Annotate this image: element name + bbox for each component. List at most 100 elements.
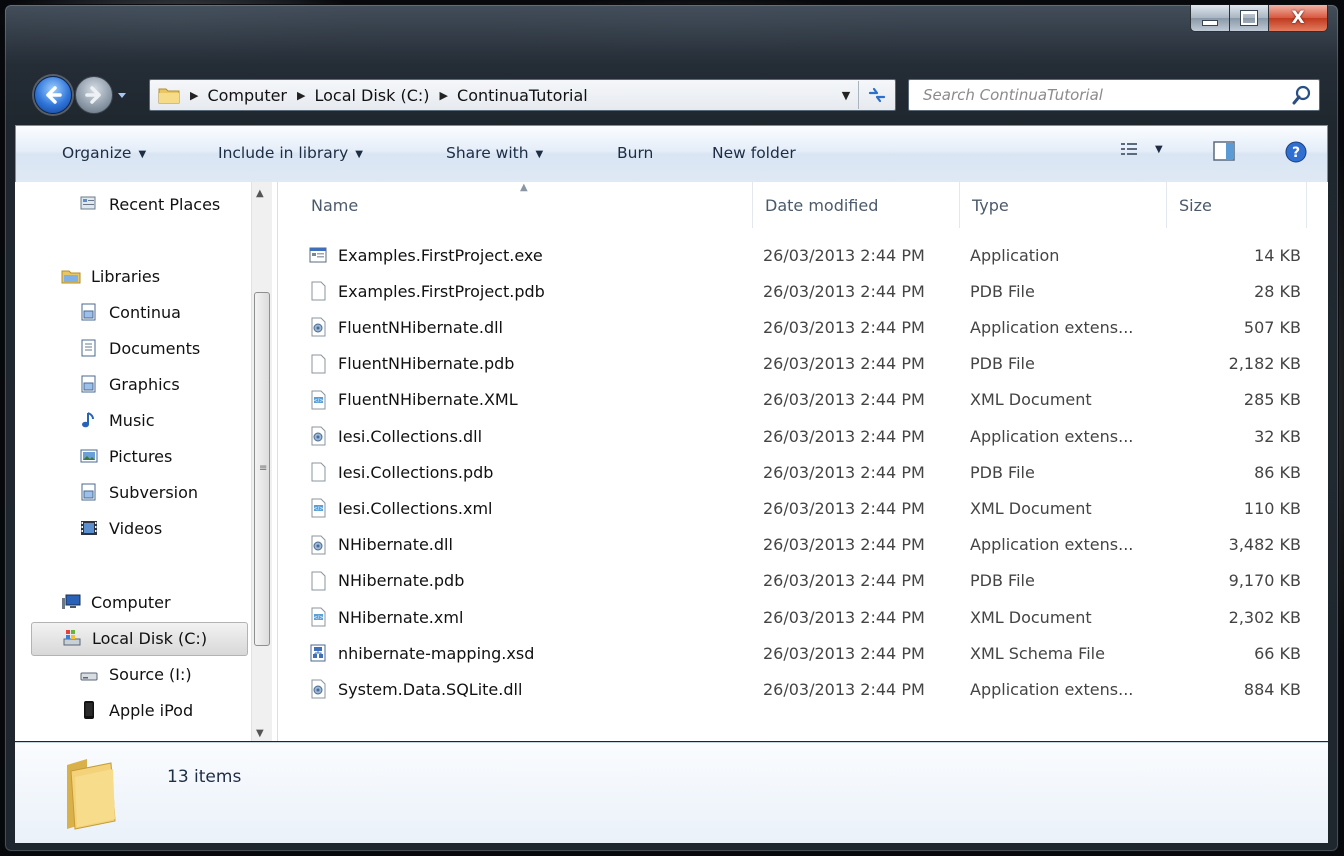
file-size: 32 KB <box>1254 426 1301 446</box>
file-size: 28 KB <box>1254 281 1301 301</box>
file-size: 14 KB <box>1254 245 1301 265</box>
help-icon[interactable]: ? <box>1284 140 1308 164</box>
maximize-button[interactable] <box>1230 5 1269 32</box>
file-name[interactable]: FluentNHibernate.XML <box>338 390 518 409</box>
breadcrumb-arrow-icon[interactable]: ▶ <box>190 89 198 102</box>
file-name[interactable]: Iesi.Collections.pdb <box>338 463 493 482</box>
nav-apple-ipod[interactable]: Apple iPod <box>79 694 193 726</box>
breadcrumb-label[interactable]: ContinuaTutorial <box>457 86 588 105</box>
file-name[interactable]: NHibernate.pdb <box>338 571 464 590</box>
close-icon: X <box>1291 8 1305 28</box>
search-input[interactable] <box>909 85 1291 105</box>
local-disk-icon <box>63 630 81 646</box>
file-name-cell[interactable]: Iesi.Collections.dll <box>308 426 482 446</box>
breadcrumb-arrow-icon[interactable]: ▶ <box>440 89 448 102</box>
file-type: XML Document <box>970 498 1092 518</box>
file-name-cell[interactable]: </> FluentNHibernate.XML <box>308 390 518 410</box>
include-in-library-button[interactable]: Include in library ▼ <box>218 144 363 162</box>
nav-local-disk[interactable]: Local Disk (C:) <box>31 622 248 656</box>
file-name-cell[interactable]: NHibernate.dll <box>308 535 453 555</box>
file-name[interactable]: NHibernate.dll <box>338 535 453 554</box>
file-name[interactable]: Iesi.Collections.dll <box>338 427 482 446</box>
search-box[interactable] <box>908 79 1320 111</box>
xsd-icon <box>310 644 326 662</box>
file-date: 26/03/2013 2:44 PM <box>763 281 925 301</box>
xml-icon: </> <box>311 498 326 518</box>
file-name-cell[interactable]: FluentNHibernate.dll <box>308 317 503 337</box>
column-header-size[interactable]: Size <box>1167 182 1307 228</box>
organize-button[interactable]: Organize ▼ <box>62 144 146 162</box>
file-name-cell[interactable]: </> NHibernate.xml <box>308 607 463 627</box>
command-bar: Organize ▼ Include in library ▼ Share with… <box>15 125 1328 183</box>
nav-library-graphics[interactable]: Graphics <box>79 368 180 400</box>
file-name[interactable]: Examples.FirstProject.pdb <box>338 282 545 301</box>
breadcrumb-label[interactable]: Local Disk (C:) <box>314 86 429 105</box>
scroll-down-icon[interactable]: ▼ <box>256 728 264 739</box>
nav-label: Apple iPod <box>109 700 194 720</box>
nav-library-videos[interactable]: Videos <box>79 512 162 544</box>
svg-text:?: ? <box>1292 145 1300 161</box>
breadcrumb-continua-tutorial[interactable]: ▶ ContinuaTutorial <box>440 86 588 105</box>
details-view-icon <box>1121 143 1137 155</box>
file-name[interactable]: Examples.FirstProject.exe <box>338 246 543 265</box>
close-button[interactable]: X <box>1269 5 1328 32</box>
burn-button[interactable]: Burn <box>617 144 653 162</box>
file-name-cell[interactable]: Examples.FirstProject.exe <box>308 245 543 265</box>
file-name-cell[interactable]: Examples.FirstProject.pdb <box>308 281 545 301</box>
file-name[interactable]: FluentNHibernate.dll <box>338 318 503 337</box>
file-name-cell[interactable]: nhibernate-mapping.xsd <box>308 643 534 663</box>
column-header-date[interactable]: Date modified <box>753 182 960 228</box>
nav-libraries[interactable]: Libraries <box>61 260 160 292</box>
dll-icon <box>311 679 326 699</box>
nav-library-documents[interactable]: Documents <box>79 332 200 364</box>
breadcrumb-label[interactable]: Computer <box>207 86 287 105</box>
file-name-cell[interactable]: System.Data.SQLite.dll <box>308 679 522 699</box>
recent-places-icon <box>80 196 96 210</box>
dll-icon <box>311 426 326 446</box>
refresh-button[interactable] <box>858 81 895 109</box>
file-name[interactable]: FluentNHibernate.pdb <box>338 354 514 373</box>
back-button[interactable] <box>34 76 72 114</box>
nav-label: Recent Places <box>109 194 221 214</box>
search-icon[interactable] <box>1291 84 1313 106</box>
file-name[interactable]: nhibernate-mapping.xsd <box>338 644 534 663</box>
share-with-button[interactable]: Share with ▼ <box>446 144 543 162</box>
file-name[interactable]: Iesi.Collections.xml <box>338 499 493 518</box>
minimize-button[interactable] <box>1190 5 1230 32</box>
nav-source-drive[interactable]: Source (I:) <box>79 658 192 690</box>
file-name-cell[interactable]: Iesi.Collections.pdb <box>308 462 493 482</box>
navigation-row: ▶ Computer ▶ Local Disk (C:) ▶ ContinuaTuto… <box>5 73 1338 119</box>
file-name[interactable]: NHibernate.xml <box>338 608 463 627</box>
nav-library-subversion[interactable]: Subversion <box>79 476 198 508</box>
scrollbar-thumb[interactable]: ≡ <box>254 292 270 646</box>
scroll-up-icon[interactable]: ▲ <box>256 188 264 199</box>
change-view-button[interactable]: ▼ <box>1119 140 1163 158</box>
breadcrumb-arrow-icon[interactable]: ▶ <box>297 89 305 102</box>
breadcrumb-local-disk[interactable]: ▶ Local Disk (C:) <box>297 86 430 105</box>
preview-pane-icon[interactable] <box>1212 140 1236 162</box>
libraries-icon <box>61 270 81 284</box>
column-label: Date modified <box>765 195 879 215</box>
back-arrow-icon <box>46 86 62 104</box>
chevron-down-icon[interactable]: ▼ <box>1155 144 1163 155</box>
nav-library-pictures[interactable]: Pictures <box>79 440 172 472</box>
address-bar[interactable]: ▶ Computer ▶ Local Disk (C:) ▶ ContinuaTuto… <box>149 79 896 111</box>
file-name-cell[interactable]: NHibernate.pdb <box>308 571 464 591</box>
file-name-cell[interactable]: FluentNHibernate.pdb <box>308 354 514 374</box>
nav-label: Videos <box>109 518 163 538</box>
new-folder-button[interactable]: New folder <box>712 144 796 162</box>
file-name-cell[interactable]: </> Iesi.Collections.xml <box>308 498 493 518</box>
documents-icon <box>81 339 96 357</box>
recent-pages-dropdown-icon[interactable] <box>116 89 128 101</box>
forward-button[interactable] <box>75 76 113 114</box>
nav-recent-places[interactable]: Recent Places <box>79 188 220 220</box>
nav-library-music[interactable]: Music <box>79 404 155 436</box>
nav-library-continua[interactable]: Continua <box>79 296 181 328</box>
breadcrumb-computer[interactable]: ▶ Computer <box>190 86 287 105</box>
column-header-type[interactable]: Type <box>960 182 1167 228</box>
folder-icon <box>158 88 180 104</box>
nav-computer[interactable]: Computer <box>61 586 171 618</box>
file-name[interactable]: System.Data.SQLite.dll <box>338 680 522 699</box>
address-dropdown-icon[interactable]: ▼ <box>834 89 858 102</box>
navigation-scrollbar[interactable]: ▲ ≡ ▼ <box>251 182 272 741</box>
